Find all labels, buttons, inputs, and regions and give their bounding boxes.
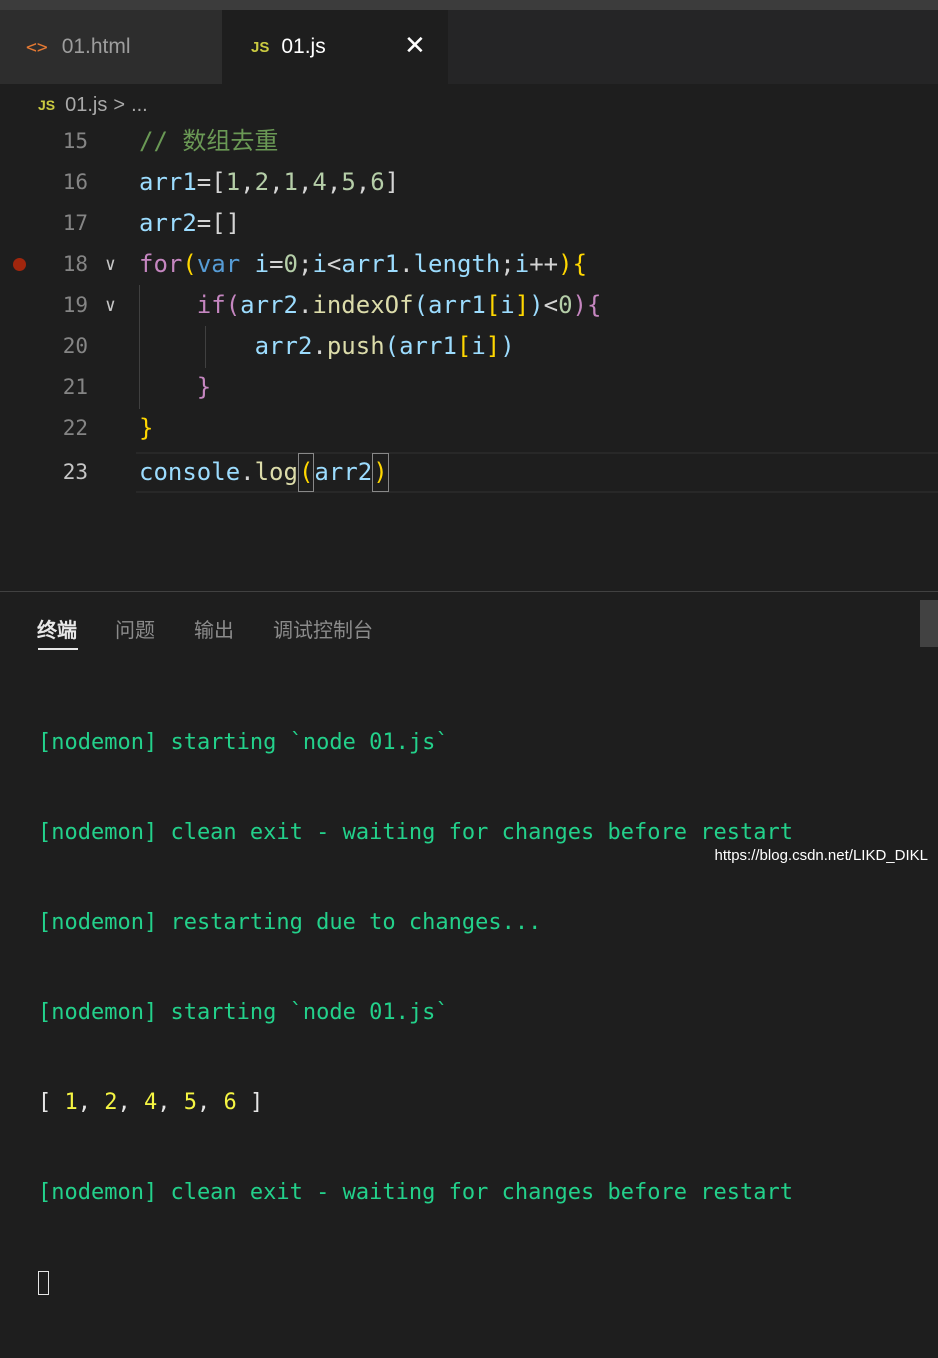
line-number: 21 (62, 375, 88, 399)
line-number: 15 (62, 129, 88, 153)
code-line: 17 arr2=[] (0, 203, 938, 244)
code-text: arr1=[1,2,1,4,5,6] (139, 168, 400, 196)
code-editor[interactable]: 15 // 数组去重 16 arr1=[1,2,1,4,5,6] 17 arr2… (0, 121, 938, 591)
tab-01-html[interactable]: <> 01.html (0, 10, 222, 84)
scrollbar[interactable] (920, 600, 938, 647)
terminal-line: [nodemon] starting `node 01.js` (38, 1000, 449, 1025)
terminal-line: [nodemon] starting `node 01.js` (38, 730, 449, 755)
breadcrumb: JS 01.js > ... (0, 84, 938, 126)
terminal-line: [ 1, 2, 4, 5, 6 ] (38, 1090, 264, 1115)
code-line: 16 arr1=[1,2,1,4,5,6] (0, 162, 938, 203)
line-number: 20 (62, 334, 88, 358)
js-file-icon: JS (38, 97, 56, 113)
code-line: 23 console.log(arr2) (0, 452, 938, 493)
active-tab-indicator (38, 648, 78, 650)
terminal-output[interactable]: [nodemon] starting `node 01.js` [nodemon… (38, 668, 793, 1358)
breadcrumb-separator: > (113, 93, 126, 116)
code-line: 19 ∨ if(arr2.indexOf(arr1[i])<0){ (0, 285, 938, 326)
menu-bar (0, 0, 938, 10)
code-text: console.log(arr2) (139, 452, 389, 493)
breadcrumb-symbol[interactable]: ... (131, 94, 148, 117)
tab-terminal[interactable]: 终端 (37, 614, 77, 643)
editor-tab-bar: <> 01.html JS 01.js ✕ (0, 10, 938, 84)
code-line: 22 } (0, 408, 938, 449)
line-number: 17 (62, 211, 88, 235)
tab-output[interactable]: 输出 (194, 614, 234, 643)
code-text: for(var i=0;i<arr1.length;i++){ (139, 250, 588, 278)
bottom-panel: 终端 问题 输出 调试控制台 [nodemon] starting `node … (0, 591, 938, 1295)
close-icon[interactable]: ✕ (404, 30, 426, 61)
tab-01-js[interactable]: JS 01.js ✕ (222, 10, 448, 84)
line-number: 18 (62, 252, 88, 276)
code-text: if(arr2.indexOf(arr1[i])<0){ (196, 291, 602, 319)
html-file-icon: <> (26, 36, 48, 58)
line-number: 23 (62, 460, 88, 484)
code-text: arr2.push(arr1[i]) (254, 332, 515, 360)
chevron-down-icon[interactable]: ∨ (105, 285, 116, 326)
code-text: // 数组去重 (139, 127, 279, 155)
code-text: arr2=[] (139, 209, 241, 237)
terminal-line: [nodemon] clean exit - waiting for chang… (38, 1180, 793, 1205)
code-line: 20 arr2.push(arr1[i]) (0, 326, 938, 367)
code-text: } (139, 414, 154, 442)
line-number: 22 (62, 416, 88, 440)
line-number: 19 (62, 293, 88, 317)
code-line: 21 } (0, 367, 938, 408)
tab-problems[interactable]: 问题 (115, 614, 155, 643)
terminal-line: [nodemon] clean exit - waiting for chang… (38, 820, 793, 845)
terminal-cursor (38, 1271, 49, 1295)
tab-debug-console[interactable]: 调试控制台 (273, 614, 373, 643)
tab-label: 01.js (281, 35, 326, 58)
code-line: 15 // 数组去重 (0, 121, 938, 162)
code-line: 18 ∨ for(var i=0;i<arr1.length;i++){ (0, 244, 938, 285)
chevron-down-icon[interactable]: ∨ (105, 244, 116, 285)
line-number: 16 (62, 170, 88, 194)
js-file-icon: JS (251, 38, 270, 56)
terminal-line: [nodemon] restarting due to changes... (38, 910, 542, 935)
code-text: } (196, 373, 212, 401)
breadcrumb-file[interactable]: 01.js (65, 94, 107, 117)
watermark: https://blog.csdn.net/LIKD_DIKL (714, 847, 928, 864)
terminal-prompt (38, 1268, 793, 1298)
tab-label: 01.html (61, 35, 131, 58)
